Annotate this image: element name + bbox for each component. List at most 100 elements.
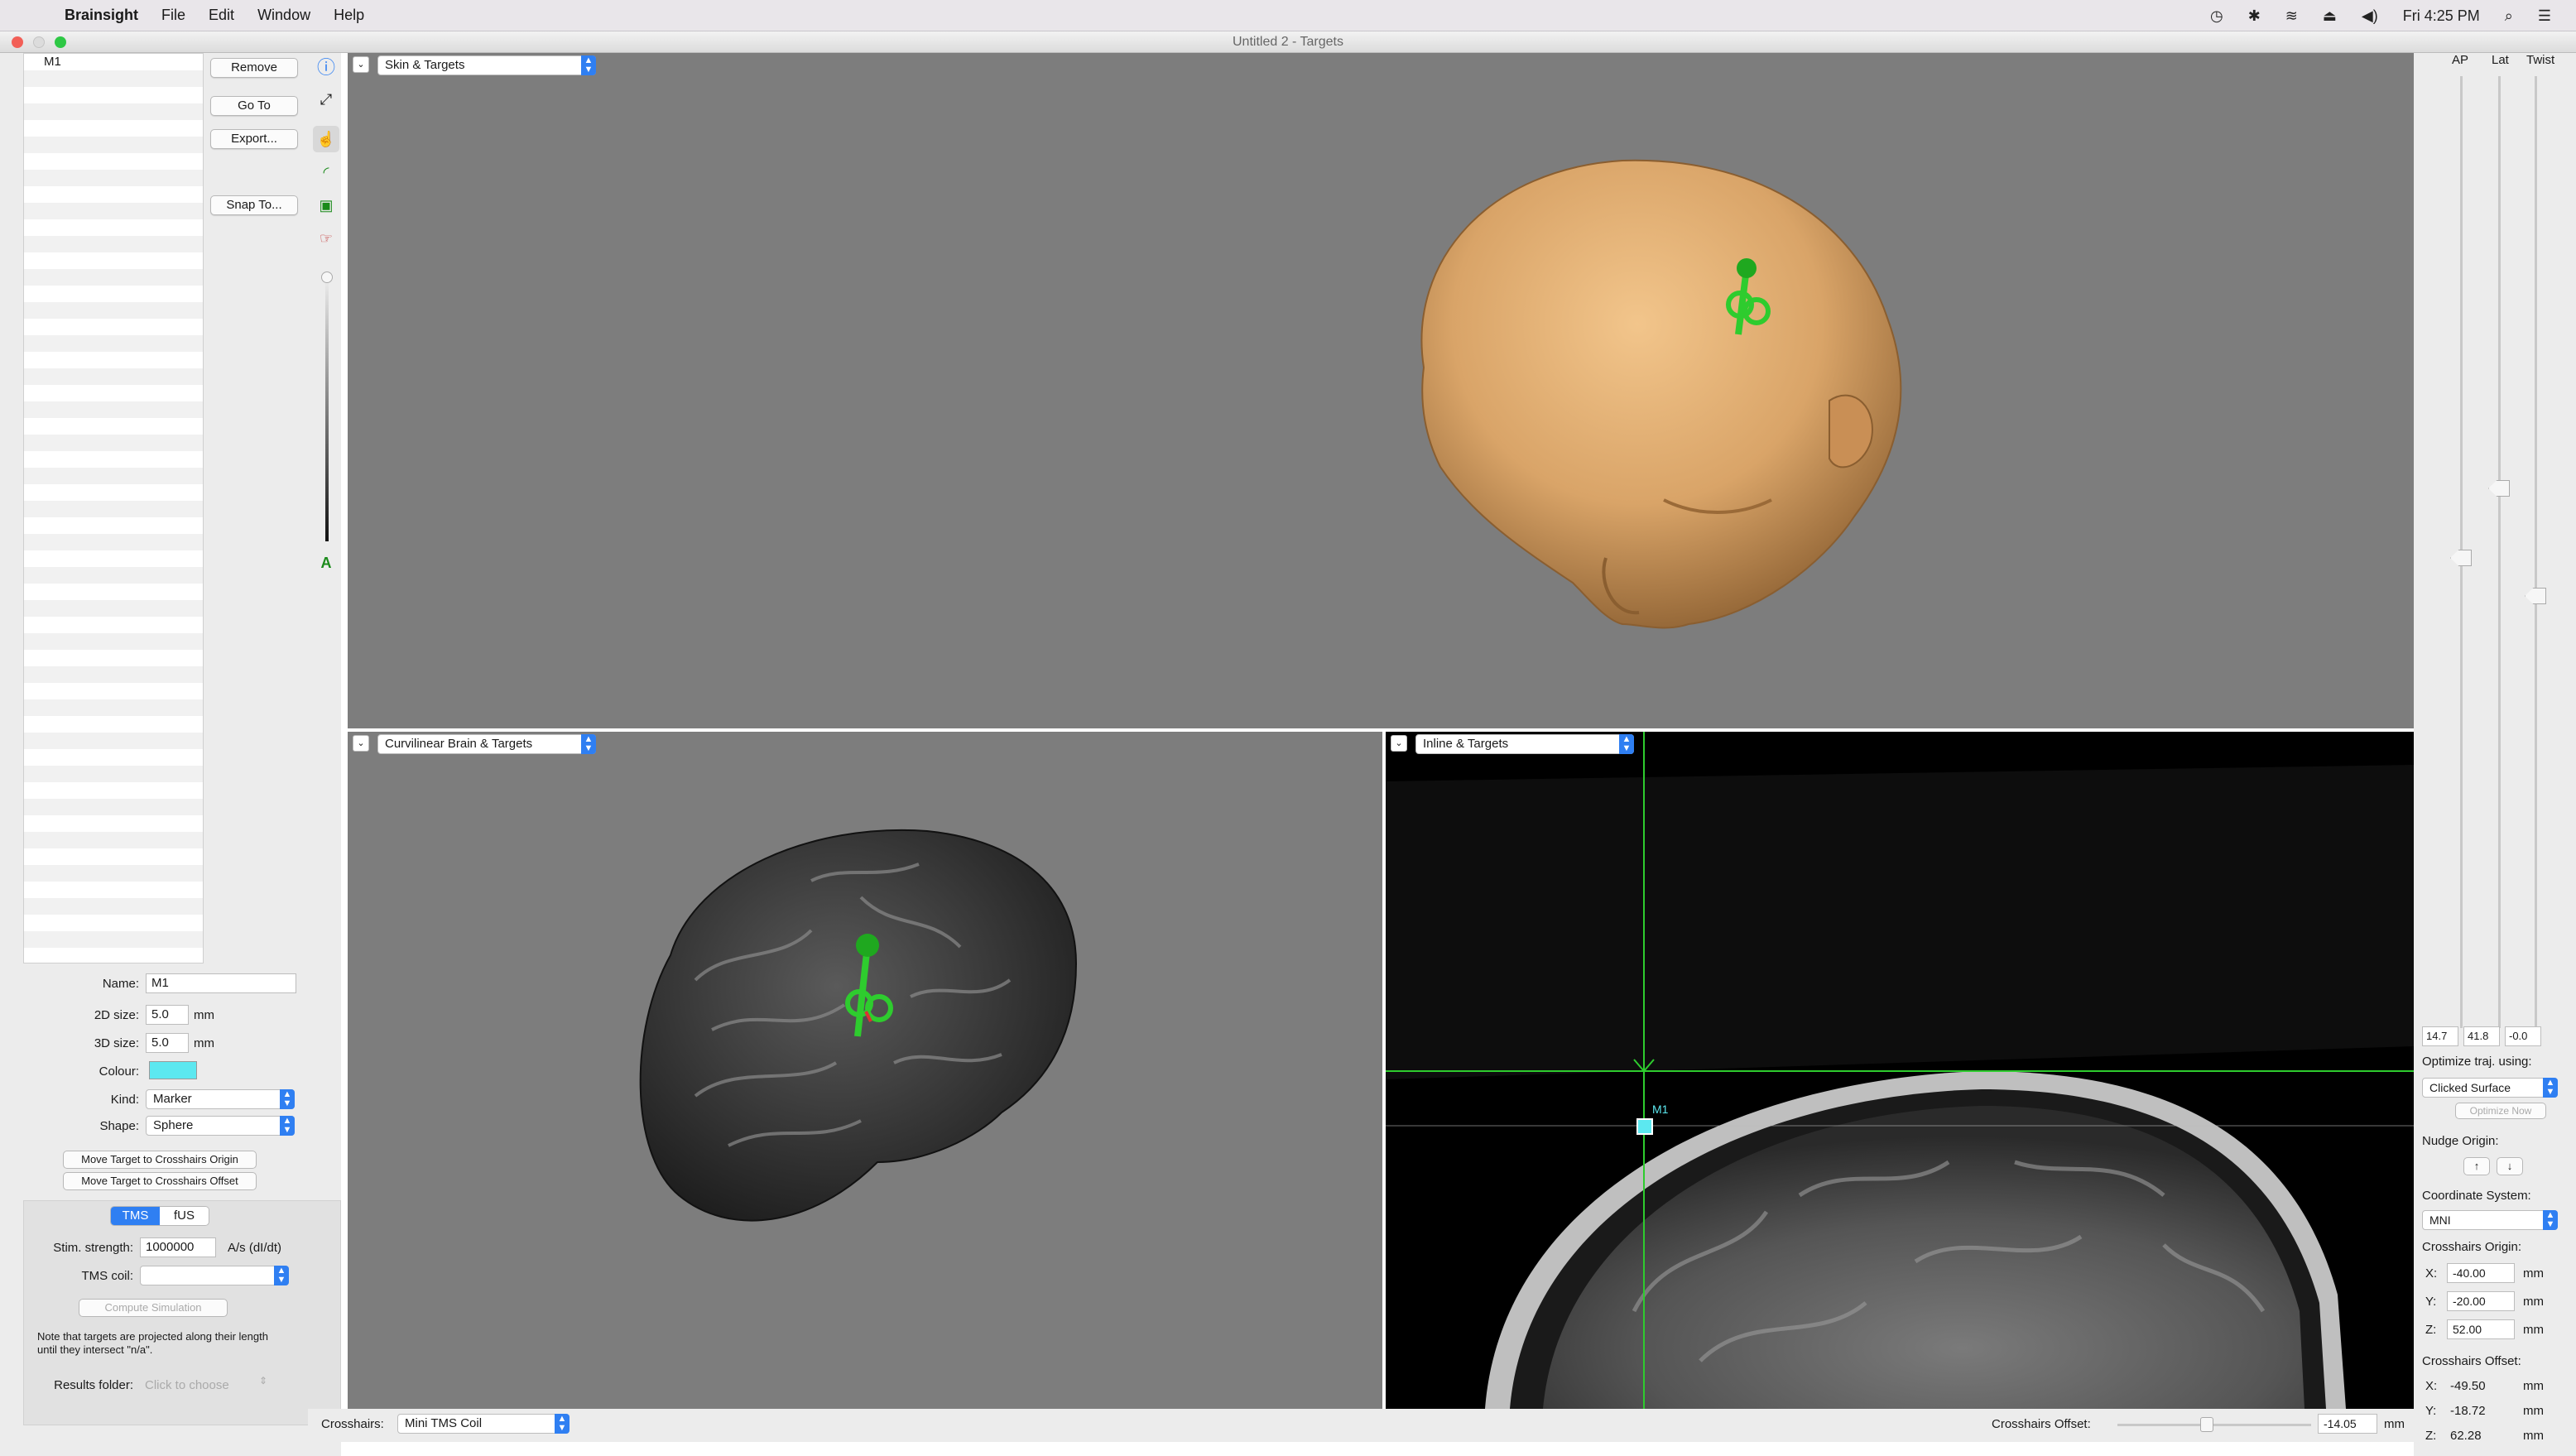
crosshairs-offset-thumb[interactable] [2200, 1417, 2213, 1432]
ap-value[interactable]: 14.7 [2422, 1026, 2458, 1046]
tms-coil-select[interactable]: ▲ ▼ [140, 1266, 289, 1285]
window-titlebar: Untitled 2 - Targets [0, 31, 2576, 53]
size-3d-unit: mm [194, 1036, 214, 1050]
twist-slider[interactable] [2535, 76, 2537, 1028]
nudge-up-button[interactable]: ↑ [2463, 1157, 2490, 1175]
origin-x-field[interactable]: -40.00 [2447, 1263, 2515, 1283]
shape-select[interactable]: Sphere ▲ ▼ [146, 1116, 295, 1136]
menu-file[interactable]: File [161, 7, 185, 24]
curvilinear-brain-view[interactable]: ⌄ Curvilinear Brain & Targets ▲ ▼ [348, 732, 1382, 1409]
snap-to-button[interactable]: Snap To... [210, 195, 298, 215]
nudge-origin-label: Nudge Origin: [2422, 1134, 2499, 1148]
origin-z-field[interactable]: 52.00 [2447, 1319, 2515, 1339]
tool-strip: ⓘ ⤢ ☝ ◜ ▣ ☞ A [308, 53, 344, 583]
lat-header: Lat [2492, 53, 2509, 67]
name-field[interactable]: M1 [146, 973, 296, 993]
optimize-now-button[interactable]: Optimize Now [2455, 1103, 2546, 1119]
window-title: Untitled 2 - Targets [1233, 35, 1343, 49]
tab-tms[interactable]: TMS [111, 1207, 160, 1225]
clock[interactable]: Fri 4:25 PM [2403, 7, 2480, 25]
chevron-updown-icon: ▲ ▼ [555, 1414, 570, 1434]
tab-fus[interactable]: fUS [160, 1207, 209, 1225]
crosshairs-select[interactable]: Mini TMS Coil ▲ ▼ [397, 1414, 570, 1434]
lat-slider-thumb[interactable] [2488, 480, 2510, 497]
control-center-icon[interactable]: ☰ [2538, 7, 2551, 25]
shape-label: Shape: [99, 1119, 139, 1133]
view-layout-select[interactable]: Inline & Targets ▲ ▼ [1415, 734, 1634, 754]
menu-help[interactable]: Help [334, 7, 364, 24]
origin-y-field[interactable]: -20.00 [2447, 1291, 2515, 1311]
hand-pointer-icon[interactable]: ☝ [313, 126, 339, 152]
brain-render [639, 829, 1078, 1222]
chevron-updown-icon: ▲ ▼ [274, 1266, 289, 1285]
chevron-updown-icon: ▲ ▼ [2543, 1210, 2558, 1230]
wifi-icon[interactable]: ≋ [2285, 7, 2298, 25]
colour-well[interactable] [149, 1061, 197, 1079]
stim-strength-field[interactable]: 1000000 [140, 1237, 216, 1257]
menu-bar: Brainsight File Edit Window Help ◷ ✱ ≋ ⏏… [0, 0, 2576, 31]
inline-slice-view[interactable]: M1 ⌄ Inline & Targets ▲ ▼ [1386, 732, 2414, 1409]
compute-simulation-button[interactable]: Compute Simulation [79, 1299, 228, 1317]
head-surface [1420, 159, 1902, 629]
chevron-updown-icon: ▲ ▼ [280, 1116, 295, 1136]
origin-x-label: X: [2425, 1266, 2438, 1281]
collapse-toggle[interactable]: ⌄ [1391, 735, 1407, 752]
search-icon[interactable]: ⌕ [2505, 7, 2513, 25]
origin-z-unit: mm [2523, 1323, 2544, 1337]
crosshairs-offset-slider[interactable] [2117, 1424, 2311, 1426]
offset-x-value: -49.50 [2450, 1379, 2486, 1393]
crosshairs-offset-field[interactable]: -14.05 [2318, 1414, 2377, 1434]
coordinate-system-select[interactable]: MNI ▲ ▼ [2422, 1210, 2558, 1230]
time-machine-icon[interactable]: ◷ [2210, 7, 2223, 25]
opacity-slider-thumb[interactable] [321, 271, 333, 283]
optimize-select[interactable]: Clicked Surface ▲ ▼ [2422, 1078, 2558, 1098]
lat-value[interactable]: 41.8 [2463, 1026, 2500, 1046]
size-2d-field[interactable]: 5.0 [146, 1005, 189, 1025]
offset-z-value: 62.28 [2450, 1429, 2482, 1443]
cube-icon[interactable]: ▣ [313, 192, 339, 219]
label-tool-icon[interactable]: A [313, 550, 339, 576]
skin-targets-view[interactable]: ⌄ Skin & Targets ▲ ▼ [348, 53, 2414, 728]
kind-select[interactable]: Marker ▲ ▼ [146, 1089, 295, 1109]
bluetooth-icon[interactable]: ✱ [2248, 7, 2261, 25]
results-folder-chooser[interactable]: Click to choose [145, 1378, 229, 1392]
size-3d-label: 3D size: [94, 1036, 139, 1050]
chevron-updown-icon: ▲ ▼ [280, 1089, 295, 1109]
move-to-origin-button[interactable]: Move Target to Crosshairs Origin [63, 1151, 257, 1169]
twist-value[interactable]: -0.0 [2505, 1026, 2541, 1046]
lat-slider[interactable] [2498, 76, 2501, 1028]
kind-label: Kind: [110, 1093, 139, 1107]
expand-icon[interactable]: ⤢ [313, 86, 339, 113]
list-item[interactable]: M1 [24, 54, 203, 70]
opacity-slider-track[interactable] [325, 276, 329, 541]
move-to-offset-button[interactable]: Move Target to Crosshairs Offset [63, 1172, 257, 1190]
status-area: ◷ ✱ ≋ ⏏ ◀) Fri 4:25 PM ⌕ ☰ [2210, 0, 2576, 31]
nudge-down-button[interactable]: ↓ [2497, 1157, 2523, 1175]
size-2d-unit: mm [194, 1008, 214, 1022]
info-icon[interactable]: ⓘ [313, 53, 339, 79]
twist-slider-thumb[interactable] [2525, 588, 2546, 604]
ap-slider-thumb[interactable] [2450, 550, 2472, 566]
trajectory-panel: AP Lat Twist 14.7 41.8 -0.0 Optimize tra… [2414, 53, 2576, 1456]
go-to-button[interactable]: Go To [210, 96, 298, 116]
coordinate-system-label: Coordinate System: [2422, 1189, 2531, 1203]
export-button[interactable]: Export... [210, 129, 298, 149]
volume-icon[interactable]: ◀) [2362, 7, 2378, 25]
kind-value: Marker [153, 1092, 192, 1106]
app-menu[interactable]: Brainsight [65, 7, 138, 24]
target-marker-label: M1 [1652, 1103, 1669, 1116]
optimize-label: Optimize traj. using: [2422, 1055, 2532, 1069]
target-list[interactable]: M1 [23, 53, 204, 963]
remove-button[interactable]: Remove [210, 58, 298, 78]
curve-tool-icon[interactable]: ◜ [313, 159, 339, 185]
size-3d-field[interactable]: 5.0 [146, 1033, 189, 1053]
offset-y-unit: mm [2523, 1404, 2544, 1418]
pointer-target-icon[interactable]: ☞ [313, 225, 339, 252]
crosshairs-offset-label: Crosshairs Offset: [1992, 1417, 2091, 1431]
eject-icon[interactable]: ⏏ [2323, 7, 2337, 25]
menu-edit[interactable]: Edit [209, 7, 234, 24]
ap-header: AP [2452, 53, 2469, 67]
offset-x-label: X: [2425, 1379, 2438, 1393]
menu-window[interactable]: Window [257, 7, 310, 24]
mri-slice [1386, 732, 2414, 1409]
